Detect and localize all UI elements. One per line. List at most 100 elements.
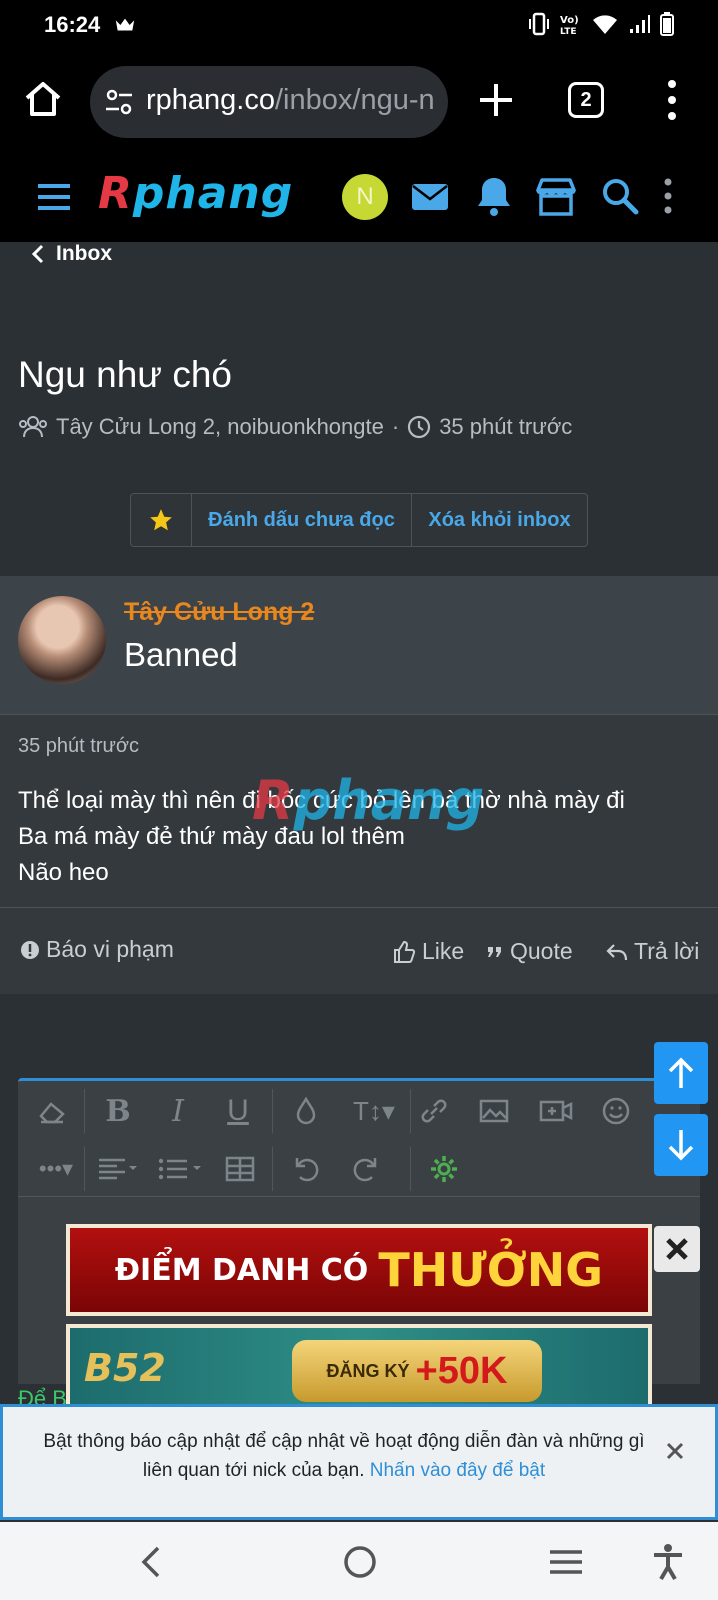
- arrow-down-icon: [668, 1130, 694, 1161]
- address-bar[interactable]: rphang.co/inbox/ngu-n: [90, 66, 448, 138]
- site-settings-icon[interactable]: [104, 88, 134, 116]
- author-role: Banned: [124, 636, 238, 673]
- participants[interactable]: Tây Cửu Long 2, noibuonkhongte: [56, 414, 384, 440]
- clock-icon: [408, 415, 431, 439]
- alert-icon: [21, 940, 39, 959]
- like-button[interactable]: Like: [392, 938, 464, 965]
- mark-unread-button[interactable]: Đánh dấu chưa đọc: [191, 494, 411, 546]
- image-icon[interactable]: [474, 1091, 514, 1131]
- back-icon[interactable]: [132, 1542, 172, 1582]
- quote-icon: [488, 946, 501, 957]
- notification-banner: Bật thông báo cập nhật để cập nhật về ho…: [0, 1404, 718, 1520]
- message-body: 35 phút trước Thể loại mày thì nên đi bố…: [0, 714, 718, 994]
- bold-icon[interactable]: B: [98, 1091, 138, 1131]
- accessibility-icon[interactable]: [648, 1542, 688, 1582]
- close-icon: [666, 1238, 688, 1260]
- search-icon[interactable]: [596, 172, 644, 220]
- vibrate-icon: [529, 12, 549, 36]
- align-icon[interactable]: [94, 1149, 144, 1189]
- status-bar: 16:24 Vo) LTE: [0, 0, 718, 52]
- conversation-time: 35 phút trước: [439, 414, 573, 439]
- author-name[interactable]: Tây Cửu Long 2: [124, 598, 314, 627]
- report-label: Báo vi phạm: [46, 936, 174, 962]
- underline-icon[interactable]: U: [218, 1091, 258, 1131]
- video-icon[interactable]: [536, 1091, 576, 1131]
- hamburger-menu-icon[interactable]: [36, 182, 72, 212]
- author-avatar[interactable]: [18, 596, 106, 684]
- system-nav-bar: [0, 1522, 718, 1600]
- quote-button[interactable]: Quote: [486, 938, 573, 965]
- svg-text:LTE: LTE: [560, 27, 577, 36]
- arrow-up-icon: [668, 1057, 694, 1088]
- ad-close-button[interactable]: [654, 1226, 700, 1272]
- ad2-brand: B52: [84, 1346, 166, 1390]
- undo-icon[interactable]: [286, 1149, 326, 1189]
- more-options-icon[interactable]: •••▾: [28, 1149, 84, 1189]
- scroll-up-button[interactable]: [654, 1042, 708, 1104]
- scroll-down-button[interactable]: [654, 1114, 708, 1176]
- signal-icon: [630, 15, 650, 33]
- status-time: 16:24: [44, 12, 101, 37]
- star-icon: [150, 509, 172, 531]
- browser-menu-icon[interactable]: [666, 78, 678, 122]
- message-actions: Báo vi phạm Like Quote Trả lời: [0, 907, 718, 995]
- link-icon[interactable]: [414, 1091, 454, 1131]
- eraser-icon[interactable]: [32, 1091, 72, 1131]
- thumbs-up-icon: [394, 940, 416, 963]
- star-button[interactable]: [131, 494, 191, 546]
- wifi-icon: [593, 15, 617, 34]
- user-avatar[interactable]: N: [342, 174, 388, 220]
- more-menu-icon[interactable]: [656, 172, 680, 220]
- breadcrumb[interactable]: Inbox: [28, 242, 112, 266]
- reply-button[interactable]: Trả lời: [606, 938, 699, 965]
- site-header: Rphang N: [0, 150, 718, 242]
- message-time[interactable]: 35 phút trước: [18, 735, 139, 758]
- conversation-meta: Tây Cửu Long 2, noibuonkhongte · 35 phút…: [18, 414, 572, 440]
- remove-from-inbox-button[interactable]: Xóa khỏi inbox: [411, 494, 587, 546]
- bell-icon[interactable]: [470, 172, 518, 220]
- ad-banner-b52[interactable]: B52 ĐĂNG KÝ +50K: [66, 1324, 652, 1404]
- ad2-big-text: +50K: [415, 1349, 508, 1392]
- url-text: rphang.co/inbox/ngu-n: [146, 84, 435, 116]
- site-logo[interactable]: Rphang: [98, 168, 293, 219]
- ad2-pill: ĐĂNG KÝ +50K: [292, 1340, 542, 1402]
- editor-toolbar-row-2: •••▾: [18, 1139, 700, 1197]
- recents-icon[interactable]: [546, 1542, 586, 1582]
- battery-icon: [660, 12, 674, 36]
- like-label: Like: [422, 938, 465, 964]
- reply-icon: [606, 943, 628, 960]
- watermark-logo: Rphang: [252, 769, 485, 832]
- italic-icon[interactable]: I: [158, 1091, 198, 1131]
- volte-icon: Vo)LTE: [560, 15, 579, 36]
- tab-switcher-button[interactable]: 2: [568, 82, 604, 118]
- store-icon[interactable]: [532, 172, 580, 220]
- color-drop-icon[interactable]: [286, 1091, 326, 1131]
- home-circle-icon[interactable]: [340, 1542, 380, 1582]
- users-icon: [19, 416, 47, 438]
- chevron-left-icon: [31, 244, 44, 264]
- redo-icon[interactable]: [346, 1149, 386, 1189]
- ad-banner-checkin[interactable]: ĐIỂM DANH CÓ THƯỞNG: [66, 1224, 652, 1316]
- report-button[interactable]: Báo vi phạm: [20, 936, 174, 963]
- crown-icon: [115, 18, 135, 31]
- mail-icon[interactable]: [406, 172, 454, 220]
- ad2-small-text: ĐĂNG KÝ: [326, 1360, 410, 1381]
- close-icon[interactable]: [665, 1441, 685, 1461]
- meta-separator: ·: [391, 414, 400, 439]
- new-tab-icon[interactable]: [476, 80, 516, 120]
- page-title: Ngu như chó: [18, 354, 233, 395]
- status-icons: Vo) LTE: [528, 12, 674, 36]
- list-icon[interactable]: [156, 1149, 206, 1189]
- text-size-icon[interactable]: T↕▾: [346, 1091, 402, 1131]
- home-icon[interactable]: [22, 78, 64, 120]
- ad1-text-white: ĐIỂM DANH CÓ: [114, 1252, 369, 1288]
- svg-text:Vo): Vo): [560, 15, 579, 26]
- enable-notifications-link[interactable]: Nhấn vào đây để bật: [370, 1460, 545, 1481]
- emoji-icon[interactable]: [596, 1091, 636, 1131]
- conversation-actions: Đánh dấu chưa đọc Xóa khỏi inbox: [130, 493, 588, 547]
- gear-icon[interactable]: [424, 1149, 464, 1189]
- reply-label: Trả lời: [634, 938, 700, 964]
- quote-label: Quote: [510, 938, 573, 964]
- table-icon[interactable]: [220, 1149, 260, 1189]
- browser-bar: rphang.co/inbox/ngu-n 2: [0, 52, 718, 150]
